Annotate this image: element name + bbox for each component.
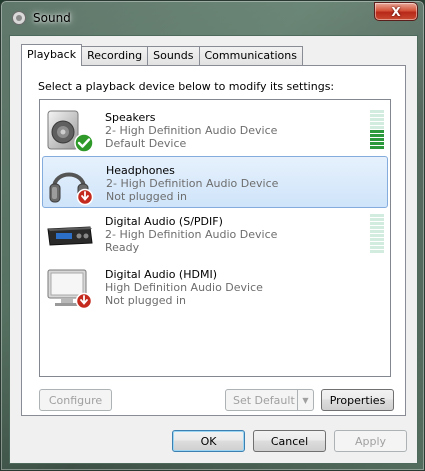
device-driver: High Definition Audio Device — [105, 281, 263, 294]
tab-communications[interactable]: Communications — [198, 46, 303, 66]
configure-button[interactable]: Configure — [39, 389, 112, 411]
window-title: Sound — [33, 11, 71, 25]
device-item-headphones[interactable]: Headphones 2- High Definition Audio Devi… — [42, 156, 388, 208]
set-default-label: Set Default — [233, 393, 295, 407]
device-name: Headphones — [106, 164, 175, 177]
sound-dialog: Sound X Playback Recording Sounds Commun… — [0, 0, 425, 471]
dialog-client: Playback Recording Sounds Communications… — [9, 35, 418, 464]
speaker-icon — [47, 110, 94, 153]
device-item-spdif[interactable]: Digital Audio (S/PDIF) 2- High Definitio… — [42, 208, 388, 260]
device-list[interactable]: Speakers 2- High Definition Audio Device… — [39, 99, 391, 377]
playback-panel: Select a playback device below to modify… — [21, 65, 406, 416]
device-status: Not plugged in — [105, 294, 187, 307]
unplugged-icon — [76, 188, 94, 206]
device-name: Digital Audio (S/PDIF) — [105, 215, 223, 228]
volume-meter — [370, 110, 384, 150]
unplugged-icon — [75, 292, 93, 310]
instruction-text: Select a playback device below to modify… — [38, 80, 335, 93]
monitor-icon — [47, 269, 93, 310]
device-driver: 2- High Definition Audio Device — [105, 124, 278, 137]
device-item-hdmi[interactable]: Digital Audio (HDMI) High Definition Aud… — [42, 261, 388, 313]
headphones-icon — [49, 172, 94, 206]
title-bar[interactable]: Sound X — [1, 1, 424, 35]
check-icon — [74, 133, 94, 153]
volume-meter — [370, 214, 384, 254]
device-name: Digital Audio (HDMI) — [105, 268, 217, 281]
apply-button[interactable]: Apply — [334, 430, 407, 452]
tab-strip: Playback Recording Sounds Communications — [21, 44, 303, 66]
digital-audio-icon — [47, 226, 93, 246]
device-status: Default Device — [105, 137, 187, 150]
device-driver: 2- High Definition Audio Device — [106, 177, 279, 190]
device-item-speakers[interactable]: Speakers 2- High Definition Audio Device… — [42, 104, 388, 156]
close-button[interactable]: X — [374, 2, 418, 21]
tab-playback[interactable]: Playback — [21, 44, 83, 66]
chevron-down-icon[interactable]: ▼ — [297, 390, 313, 410]
device-name: Speakers — [105, 111, 156, 124]
set-default-button[interactable]: Set Default ▼ — [225, 389, 314, 411]
device-status: Ready — [105, 241, 140, 254]
properties-button[interactable]: Properties — [321, 389, 394, 411]
sound-icon — [12, 11, 26, 25]
cancel-button[interactable]: Cancel — [253, 430, 326, 452]
tab-recording[interactable]: Recording — [81, 46, 149, 66]
close-icon: X — [391, 4, 401, 19]
device-status: Not plugged in — [106, 190, 188, 203]
ok-button[interactable]: OK — [172, 430, 245, 452]
tab-sounds[interactable]: Sounds — [147, 46, 200, 66]
device-driver: 2- High Definition Audio Device — [105, 228, 278, 241]
